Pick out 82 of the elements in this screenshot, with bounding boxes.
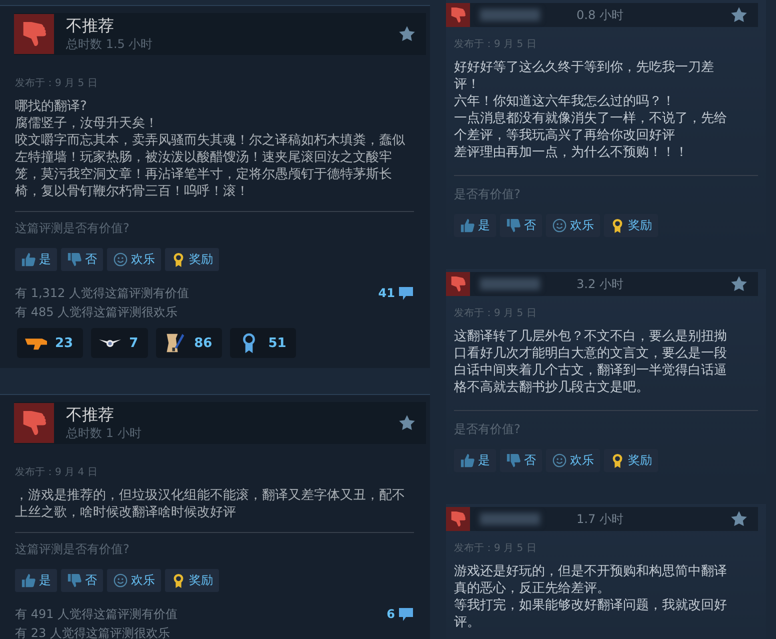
review-text: 差评理由再加一点，为什么不预购！！！	[454, 144, 689, 161]
award-ribbon-icon	[610, 218, 625, 233]
review-verdict: 不推荐	[66, 404, 115, 424]
review-text: 等我打完，如果能够改好翻译问题，我就改回好评。	[454, 597, 728, 631]
comment-count[interactable]: 41	[378, 286, 395, 300]
vote-button[interactable]: 欢乐	[546, 214, 600, 237]
vote-button[interactable]: 否	[61, 248, 103, 271]
review-text: 腐儒竖子，汝母升天矣！	[15, 115, 159, 132]
review-text: ，游戏是推荐的，但垃圾汉化组能不能滚，翻译又差字体又丑，配不上丝之歌，啥时候改翻译啥时候改好评	[15, 487, 406, 521]
comment-icon[interactable]	[398, 606, 414, 622]
review-text: 游戏还是好玩的，但是不开预购和构思简中翻译真的恶心，反正先给差评。	[454, 563, 728, 597]
posted-date: 发布于：9 月 5 日	[454, 542, 538, 555]
vote-button[interactable]: 奖励	[165, 248, 219, 271]
award-badge[interactable]: 51	[230, 328, 296, 358]
vote-summary: 有 491 人觉得这篇评测有价值	[15, 606, 178, 623]
vote-button[interactable]: 奖励	[604, 214, 658, 237]
thumbs-down-icon	[67, 252, 82, 267]
star-icon[interactable]	[730, 510, 748, 528]
vote-button[interactable]: 欢乐	[546, 449, 600, 472]
award-ribbon-icon	[171, 573, 186, 588]
comment-count[interactable]: 6	[386, 607, 395, 621]
smiley-icon	[113, 573, 128, 588]
scroll-quill-icon	[164, 332, 186, 354]
vote-button[interactable]: 是	[15, 569, 57, 592]
vote-button[interactable]: 奖励	[604, 449, 658, 472]
review-verdict: 不推荐	[66, 16, 115, 36]
award-badge[interactable]: 7	[91, 328, 148, 358]
thumbs-down-icon	[506, 218, 521, 233]
thumbs-up-icon	[460, 218, 475, 233]
thumbs-up-icon	[460, 453, 475, 468]
star-icon[interactable]	[398, 25, 416, 43]
thumbs-down-icon	[506, 453, 521, 468]
comment-icon[interactable]	[398, 285, 414, 301]
star-icon[interactable]	[730, 6, 748, 24]
vote-button[interactable]: 是	[454, 214, 496, 237]
playtime: 1.7 小时	[576, 510, 624, 528]
playtime: 3.2 小时	[576, 276, 624, 292]
vote-summary: 有 1,312 人觉得这篇评测有价值	[15, 285, 189, 302]
vote-summary: 有 485 人觉得这篇评测很欢乐	[15, 304, 179, 321]
posted-date: 发布于：9 月 4 日	[15, 466, 98, 479]
star-icon[interactable]	[730, 275, 748, 293]
review-text: 一点消息都没有就像消失了一样，不说了，先给个差评，等我玩高兴了再给你改回好评	[454, 110, 728, 144]
vote-button[interactable]: 欢乐	[107, 248, 161, 271]
award-ribbon-icon	[610, 453, 625, 468]
playtime: 总时数 1.5 小时	[66, 36, 154, 52]
vote-button[interactable]: 是	[15, 248, 57, 271]
blurred-username	[480, 513, 540, 525]
thumbs-up-icon	[21, 252, 36, 267]
smiley-icon	[113, 252, 128, 267]
blaster-icon	[25, 336, 47, 350]
vote-button[interactable]: 否	[500, 449, 542, 472]
winged-emblem-icon	[99, 338, 122, 348]
thumbs-up-icon	[21, 573, 36, 588]
blurred-username	[480, 9, 540, 21]
star-icon[interactable]	[398, 414, 416, 432]
award-ribbon-icon	[171, 252, 186, 267]
award-badge[interactable]: 86	[156, 328, 222, 358]
helpful-prompt: 是否有价值?	[454, 421, 522, 438]
helpful-prompt: 这篇评测是否有价值?	[15, 541, 130, 558]
vote-button[interactable]: 否	[61, 569, 103, 592]
playtime: 0.8 小时	[576, 6, 624, 24]
review-text: 咬文嚼字而忘其本，卖弄风骚而失其魂！尔之译稿如朽木填粪，蠢似左特撞墙！玩家热肠，被汝泼以酸醋馊汤！速夹尾滚回汝之文酸牢笼，莫污我空洞文章！再沾译笔半寸，定将尔愚颅钉于德特茅斯长椅，复以骨钉鞭尔朽骨三百！呜呼！滚！	[15, 132, 406, 200]
helpful-prompt: 是否有价值?	[454, 186, 522, 203]
vote-button[interactable]: 奖励	[165, 569, 219, 592]
vote-summary: 有 23 人觉得这篇评测很欢乐	[15, 625, 171, 639]
review-text: 六年！你知道这六年我怎么过的吗？！	[454, 93, 676, 110]
thumbs-down-icon	[67, 573, 82, 588]
vote-button[interactable]: 是	[454, 449, 496, 472]
vote-button[interactable]: 否	[500, 214, 542, 237]
posted-date: 发布于：9 月 5 日	[454, 307, 538, 320]
review-text: 这翻译转了几层外包？不文不白，要么是别扭拗口看好几次才能明白大意的文言文，要么是一段白话中间夹着几个古文，翻译到一半觉得白话逼格不高就去翻书抄几段古文是吧。	[454, 328, 728, 396]
review-text: 好好好等了这么久终于等到你，先吃我一刀差评！	[454, 59, 715, 93]
playtime: 总时数 1 小时	[66, 424, 142, 442]
posted-date: 发布于：9 月 5 日	[454, 38, 538, 51]
blurred-username	[480, 278, 540, 290]
smiley-icon	[552, 218, 567, 233]
posted-date: 发布于：9 月 5 日	[15, 77, 98, 90]
vote-button[interactable]: 欢乐	[107, 569, 161, 592]
award-badge[interactable]: 23	[17, 328, 84, 358]
review-text: 哪找的翻译?	[15, 98, 88, 115]
smiley-icon	[552, 453, 567, 468]
helpful-prompt: 这篇评测是否有价值?	[15, 220, 130, 237]
